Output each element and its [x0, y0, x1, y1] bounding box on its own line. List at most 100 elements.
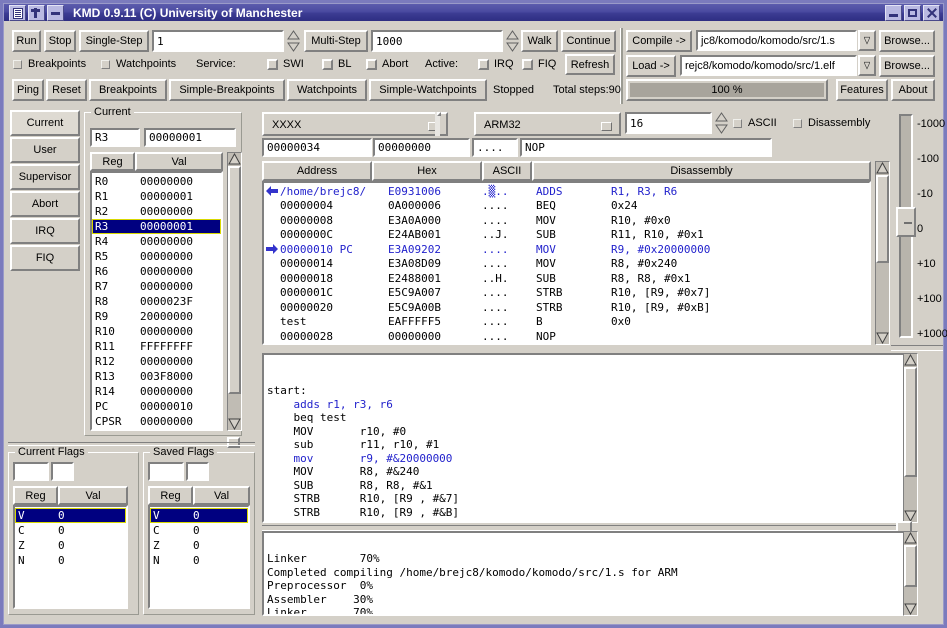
view-select[interactable]: XXXX: [262, 112, 448, 136]
swi-checkbox-wrap[interactable]: SWI: [267, 58, 304, 70]
breakpoints-button[interactable]: Breakpoints: [89, 79, 167, 101]
registers-header-val[interactable]: Val: [135, 152, 223, 171]
table-row[interactable]: R000000000: [92, 174, 221, 189]
saved-flags-list[interactable]: V0C0Z0N0: [148, 505, 250, 609]
bl-checkbox[interactable]: [322, 59, 333, 70]
abort-checkbox-wrap[interactable]: Abort: [366, 58, 408, 70]
mode-tab-abort[interactable]: Abort: [10, 191, 80, 217]
minimize-icon[interactable]: [885, 5, 902, 21]
reset-button[interactable]: Reset: [46, 79, 87, 101]
table-row[interactable]: R13003F8000: [92, 369, 221, 384]
source-scroll-thumb[interactable]: [904, 367, 917, 477]
disassembly-checkbox[interactable]: [793, 119, 802, 128]
table-row[interactable]: R1400000000: [92, 384, 221, 399]
register-name-input[interactable]: R3: [90, 128, 140, 147]
table-row[interactable]: R920000000: [92, 309, 221, 324]
console-scroll-up-icon[interactable]: [904, 532, 917, 545]
mode-tab-irq[interactable]: IRQ: [10, 218, 80, 244]
features-button[interactable]: Features: [836, 79, 888, 101]
registers-header-reg[interactable]: Reg: [90, 152, 135, 171]
single-step-input[interactable]: 1: [152, 30, 284, 52]
registers-list[interactable]: R000000000R100000001R200000000R300000001…: [90, 171, 223, 431]
memory-list[interactable]: /home/brejc8/E0931006.▒..ADDSR1, R3, R60…: [262, 181, 871, 345]
table-row[interactable]: 0000001CE5C9A007....STRBR10, [R9, #0x7]: [264, 286, 869, 301]
table-row[interactable]: V0: [150, 508, 248, 523]
walk-button[interactable]: Walk: [521, 30, 558, 52]
saved-flags-header-val[interactable]: Val: [193, 486, 250, 505]
memory-edit-address[interactable]: 00000034: [262, 138, 372, 157]
source-view[interactable]: start: adds r1, r3, r6 beq test MOV r10,…: [262, 353, 907, 523]
multi-step-input[interactable]: 1000: [371, 30, 503, 52]
menu-icon[interactable]: [9, 5, 26, 21]
speed-slider-thumb[interactable]: [896, 207, 916, 237]
table-row[interactable]: R1200000000: [92, 354, 221, 369]
browse-compile-button[interactable]: Browse...: [879, 30, 935, 52]
ascii-checkbox[interactable]: [733, 119, 742, 128]
run-button[interactable]: Run: [12, 30, 41, 52]
memory-header-disassembly[interactable]: Disassembly: [532, 161, 871, 181]
table-row[interactable]: 000000040A000006....BEQ0x24: [264, 199, 869, 214]
memory-scroll-up-icon[interactable]: [876, 162, 889, 175]
load-button[interactable]: Load ->: [626, 55, 676, 77]
table-row[interactable]: 0000000CE24AB001..J.SUBR11, R10, #0x1: [264, 228, 869, 243]
registers-scroll-up-icon[interactable]: [228, 153, 241, 166]
continue-button[interactable]: Continue: [561, 30, 616, 52]
table-row[interactable]: R100000001: [92, 189, 221, 204]
simple-breakpoints-button[interactable]: Simple-Breakpoints: [169, 79, 285, 101]
registers-scrollbar[interactable]: [227, 152, 242, 431]
table-row[interactable]: /home/brejc8/E0931006.▒..ADDSR1, R3, R6: [264, 184, 869, 199]
ascii-checkbox-wrap[interactable]: ASCII: [733, 117, 777, 129]
mode-tab-user[interactable]: User: [10, 137, 80, 163]
table-row[interactable]: R200000000: [92, 204, 221, 219]
multi-step-button[interactable]: Multi-Step: [304, 30, 368, 52]
refresh-button[interactable]: Refresh: [565, 54, 615, 75]
fiq-checkbox-wrap[interactable]: FIQ: [522, 58, 556, 70]
load-path-dropdown[interactable]: [858, 55, 876, 76]
table-row[interactable]: C0: [15, 523, 126, 538]
irq-checkbox[interactable]: [478, 59, 489, 70]
irq-checkbox-wrap[interactable]: IRQ: [478, 58, 514, 70]
multi-step-spinner[interactable]: [506, 30, 519, 52]
registers-scroll-thumb[interactable]: [228, 166, 241, 394]
breakpoints-checkbox[interactable]: [13, 60, 22, 69]
swi-checkbox[interactable]: [267, 59, 278, 70]
memory-header-ascii[interactable]: ASCII: [482, 161, 532, 181]
table-row[interactable]: C0: [150, 523, 248, 538]
shade-icon[interactable]: [47, 5, 64, 21]
table-row[interactable]: R1000000000: [92, 324, 221, 339]
mode-tab-fiq[interactable]: FIQ: [10, 245, 80, 271]
memory-edit-hex[interactable]: 00000000: [373, 138, 470, 157]
watchpoints-button[interactable]: Watchpoints: [287, 79, 367, 101]
current-flags-header-val[interactable]: Val: [58, 486, 128, 505]
table-row[interactable]: PC00000010: [92, 399, 221, 414]
simple-watchpoints-button[interactable]: Simple-Watchpoints: [369, 79, 487, 101]
current-flags-val-input[interactable]: [51, 462, 74, 481]
console-scroll-down-icon[interactable]: [904, 602, 917, 615]
table-row[interactable]: R80000023F: [92, 294, 221, 309]
close-icon[interactable]: [923, 5, 940, 21]
memory-scroll-thumb[interactable]: [876, 175, 889, 263]
table-row[interactable]: N0: [15, 553, 126, 568]
register-value-input[interactable]: 00000001: [144, 128, 236, 147]
compile-button[interactable]: Compile ->: [626, 30, 692, 52]
memory-scrollbar[interactable]: [875, 161, 890, 345]
arch-select[interactable]: ARM32: [474, 112, 621, 136]
table-row[interactable]: Z0: [150, 538, 248, 553]
current-flags-reg-input[interactable]: [13, 462, 49, 481]
mode-tab-supervisor[interactable]: Supervisor: [10, 164, 80, 190]
table-row[interactable]: R11FFFFFFFF: [92, 339, 221, 354]
table-row[interactable]: 0000002800000000....NOP: [264, 329, 869, 344]
table-row[interactable]: R300000001: [92, 219, 221, 234]
console-output[interactable]: Linker 70%Completed compiling /home/brej…: [262, 531, 907, 616]
saved-flags-header-reg[interactable]: Reg: [148, 486, 193, 505]
pin-icon[interactable]: [28, 5, 45, 21]
compile-path-dropdown[interactable]: [858, 30, 876, 51]
title-bar[interactable]: KMD 0.9.11 (C) University of Manchester: [4, 4, 943, 21]
compile-path-input[interactable]: jc8/komodo/komodo/src/1.s: [696, 30, 857, 51]
table-row[interactable]: R400000000: [92, 234, 221, 249]
about-button[interactable]: About: [891, 79, 935, 101]
console-scrollbar[interactable]: [903, 531, 918, 616]
watchpoints-checkbox-wrap[interactable]: Watchpoints: [101, 58, 176, 70]
left-splitter[interactable]: [8, 442, 255, 446]
breakpoints-checkbox-wrap[interactable]: Breakpoints: [13, 58, 86, 70]
